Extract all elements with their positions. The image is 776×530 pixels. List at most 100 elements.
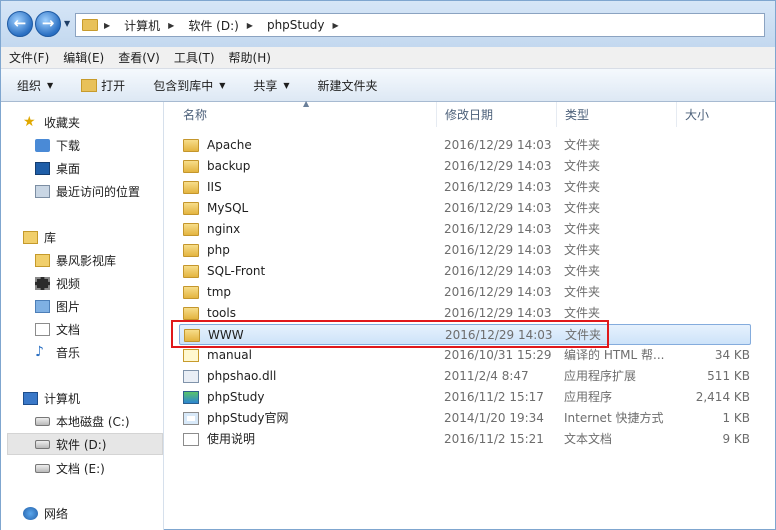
file-row[interactable]: backup 2016/12/29 14:03 文件夹 <box>179 156 751 177</box>
file-name-cell: tmp <box>179 282 231 303</box>
open-label: 打开 <box>101 78 126 93</box>
breadcrumb-phpstudy[interactable]: phpStudy <box>267 18 325 32</box>
dll-file-icon <box>183 370 199 383</box>
nav-storm-library[interactable]: 暴风影视库 <box>35 250 116 270</box>
folder-icon <box>183 307 199 320</box>
column-headers: ▲ 名称 修改日期 类型 大小 <box>165 99 775 127</box>
nav-desktop[interactable]: 桌面 <box>35 158 80 178</box>
file-date: 2016/11/2 15:17 <box>444 390 544 404</box>
nav-computer[interactable]: 计算机 <box>23 388 80 408</box>
file-date: 2016/12/29 14:03 <box>444 222 552 236</box>
nav-network[interactable]: 网络 <box>23 503 68 523</box>
file-size: 9 KB <box>722 432 750 446</box>
menu-view[interactable]: 查看(V) <box>118 49 160 66</box>
forward-arrow-icon[interactable]: → <box>35 11 61 37</box>
file-row[interactable]: 使用说明 2016/11/2 15:21 文本文档 9 KB <box>179 429 751 450</box>
column-header-name[interactable]: 名称 <box>175 102 437 127</box>
file-name: SQL-Front <box>207 264 266 278</box>
file-name: backup <box>207 159 251 173</box>
file-name-cell: php <box>179 240 230 261</box>
breadcrumb-drive-d[interactable]: 软件 (D:) <box>188 17 238 34</box>
file-row[interactable]: phpshao.dll 2011/2/4 8:47 应用程序扩展 511 KB <box>179 366 751 387</box>
menu-tools[interactable]: 工具(T) <box>174 49 215 66</box>
organize-label: 组织 <box>17 78 42 93</box>
text-file-icon <box>183 433 199 446</box>
organize-button[interactable]: 组织 ▼ <box>17 77 53 94</box>
file-row[interactable]: nginx 2016/12/29 14:03 文件夹 <box>179 219 751 240</box>
breadcrumb-separator[interactable]: ▶ <box>168 21 180 30</box>
file-row[interactable]: tmp 2016/12/29 14:03 文件夹 <box>179 282 751 303</box>
nav-label: 音乐 <box>56 345 81 360</box>
file-name-cell: MySQL <box>179 198 248 219</box>
breadcrumb-separator[interactable]: ▶ <box>104 21 116 30</box>
library-icon <box>23 230 38 244</box>
column-label: 修改日期 <box>445 108 494 122</box>
file-row[interactable]: SQL-Front 2016/12/29 14:03 文件夹 <box>179 261 751 282</box>
file-row[interactable]: Apache 2016/12/29 14:03 文件夹 <box>179 135 751 156</box>
new-folder-button[interactable]: 新建文件夹 <box>318 77 378 94</box>
file-name: phpStudy <box>207 390 265 404</box>
chevron-right-icon: ▶ <box>332 20 339 30</box>
include-in-library-label: 包含到库中 <box>153 78 214 93</box>
menu-edit[interactable]: 编辑(E) <box>63 49 104 66</box>
recent-pages-dropdown-icon[interactable]: ▼ <box>64 19 70 28</box>
file-row[interactable]: IIS 2016/12/29 14:03 文件夹 <box>179 177 751 198</box>
chevron-right-icon: ▶ <box>246 20 253 30</box>
column-header-date[interactable]: 修改日期 <box>437 102 557 127</box>
open-folder-icon <box>81 78 98 92</box>
chevron-down-icon: ▼ <box>219 80 226 90</box>
hard-drive-icon <box>35 416 50 426</box>
column-header-size[interactable]: 大小 <box>677 102 757 127</box>
menu-file[interactable]: 文件(F) <box>9 49 49 66</box>
nav-recent-places[interactable]: 最近访问的位置 <box>35 181 140 201</box>
nav-videos[interactable]: 视频 <box>35 273 80 293</box>
nav-libraries[interactable]: 库 <box>23 227 56 247</box>
folder-icon <box>183 223 199 236</box>
nav-label: 收藏夹 <box>44 115 81 130</box>
network-globe-icon <box>23 506 38 520</box>
menu-help[interactable]: 帮助(H) <box>229 49 271 66</box>
nav-favorites[interactable]: ★ 收藏夹 <box>23 112 80 132</box>
nav-documents[interactable]: 文档 <box>35 319 80 339</box>
column-label: 大小 <box>685 108 710 122</box>
nav-downloads[interactable]: 下载 <box>35 135 80 155</box>
star-icon: ★ <box>23 113 36 130</box>
breadcrumb-separator[interactable]: ▶ <box>247 21 259 30</box>
column-header-type[interactable]: 类型 <box>557 102 677 127</box>
nav-music[interactable]: ♪ 音乐 <box>35 342 80 362</box>
nav-drive-c[interactable]: 本地磁盘 (C:) <box>35 411 130 431</box>
file-name-cell: phpStudy <box>179 387 265 408</box>
address-box[interactable]: ▶ 计算机 ▶ 软件 (D:) ▶ phpStudy ▶ <box>75 13 765 37</box>
back-arrow-icon[interactable]: ← <box>7 11 33 37</box>
file-row[interactable]: manual 2016/10/31 15:29 编译的 HTML 帮... 34 KB <box>179 345 751 366</box>
file-date: 2016/12/29 14:03 <box>444 264 552 278</box>
file-row[interactable]: MySQL 2016/12/29 14:03 文件夹 <box>179 198 751 219</box>
nav-drive-d[interactable]: 软件 (D:) <box>7 433 163 455</box>
folder-icon <box>183 202 199 215</box>
file-type: 文件夹 <box>564 222 601 236</box>
picture-icon <box>35 299 50 313</box>
breadcrumb-separator[interactable]: ▶ <box>332 21 344 30</box>
hard-drive-icon <box>35 463 50 473</box>
nav-drive-e[interactable]: 文档 (E:) <box>35 458 105 478</box>
file-row[interactable]: phpStudy 2016/11/2 15:17 应用程序 2,414 KB <box>179 387 751 408</box>
file-name: nginx <box>207 222 241 236</box>
file-size: 34 KB <box>714 348 750 362</box>
include-in-library-button[interactable]: 包含到库中 ▼ <box>153 77 225 94</box>
file-size: 2,414 KB <box>695 390 750 404</box>
recent-places-icon <box>35 184 50 198</box>
column-label: 类型 <box>565 108 590 122</box>
film-icon <box>35 276 50 290</box>
file-date: 2014/1/20 19:34 <box>444 411 544 425</box>
open-button[interactable]: 打开 <box>81 77 125 94</box>
breadcrumb-computer[interactable]: 计算机 <box>124 17 160 34</box>
file-name: tmp <box>207 285 232 299</box>
share-button[interactable]: 共享 ▼ <box>253 77 289 94</box>
file-name-cell: manual <box>179 345 252 366</box>
file-date: 2016/12/29 14:03 <box>444 138 552 152</box>
file-row[interactable]: phpStudy官网 2014/1/20 19:34 Internet 快捷方式 1 … <box>179 408 751 429</box>
nav-pictures[interactable]: 图片 <box>35 296 80 316</box>
navigation-pane: ★ 收藏夹 下载 桌面 最近访问的位置 库 暴风影视库 视频 图片 文档 ♪ 音… <box>1 102 164 530</box>
video-library-icon <box>35 253 50 267</box>
file-row[interactable]: php 2016/12/29 14:03 文件夹 <box>179 240 751 261</box>
